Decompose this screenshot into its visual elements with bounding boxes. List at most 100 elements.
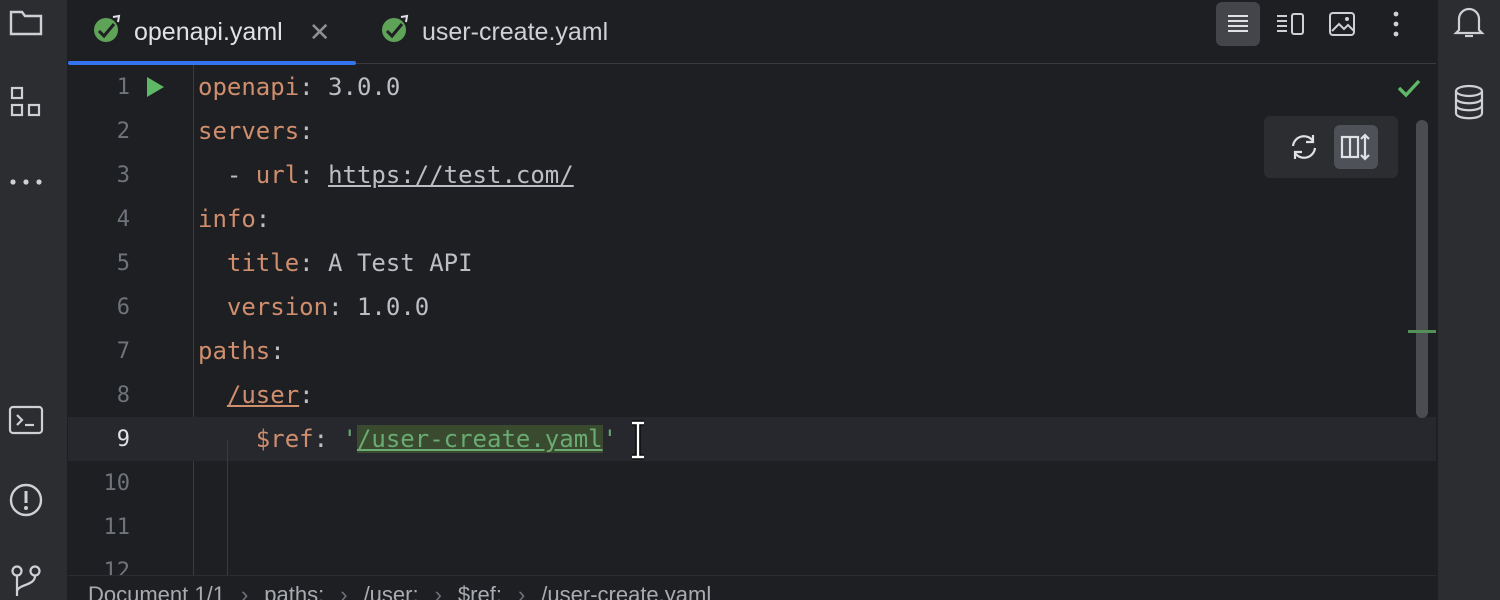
breadcrumb: Document 1/1 › paths: › /user: › $ref: ›… [68,575,1436,600]
quote: ' [342,425,357,453]
openapi-file-icon [380,14,410,51]
problems-icon[interactable] [0,480,52,520]
colon: : [299,117,314,145]
breadcrumb-item[interactable]: $ref: [458,582,502,600]
openapi-file-icon [92,14,122,51]
code-line[interactable]: 6 version: 1.0.0 [68,285,1436,329]
line-content: paths: [198,337,285,365]
structure-icon[interactable] [0,82,52,122]
colon: : [299,381,314,409]
notifications-bell-icon[interactable] [1438,2,1500,42]
line-number: 11 [103,514,131,540]
editor-and-preview-icon [1277,13,1304,35]
line-number: 8 [116,382,130,408]
yaml-key: url [255,161,300,189]
line-content: /user: [198,381,314,409]
url-link[interactable]: https://test.com/ [328,161,574,189]
breadcrumb-separator: › [517,582,526,600]
breadcrumb-separator: › [340,582,348,600]
breadcrumb-item[interactable]: /user-create.yaml [541,582,711,600]
yaml-value: 1.0.0 [342,293,430,321]
colon: : [299,73,314,101]
yaml-key: version [226,293,329,321]
line-number: 2 [116,118,130,144]
code-line[interactable]: 12 [68,549,1436,576]
yaml-key: title [226,249,300,277]
project-folder-icon[interactable] [0,2,52,42]
breadcrumb-item[interactable]: Document 1/1 [88,582,225,600]
tab-label: user-create.yaml [422,17,609,46]
code-line[interactable]: 5 title: A Test API [68,241,1436,285]
sync-scroll-button[interactable] [1282,125,1326,169]
database-icon[interactable] [1438,82,1500,122]
editor-only-button[interactable] [1216,2,1260,46]
no-problems-check-icon[interactable] [1396,77,1422,103]
code-line[interactable]: 10 [68,461,1436,505]
ref-link[interactable]: /user-create.yaml [356,425,603,453]
breadcrumb-item[interactable]: /user: [364,582,419,600]
breadcrumb-separator: › [240,582,249,600]
run-icon[interactable] [144,75,166,103]
tab-openapi-yaml[interactable]: openapi.yaml ✕ [68,0,356,65]
list-dash: - [198,161,256,189]
code-line[interactable]: 4 info: [68,197,1436,241]
terminal-icon[interactable] [0,400,52,440]
yaml-key: $ref [255,425,314,453]
split-layout-button[interactable] [1334,125,1378,169]
colon: : [299,161,329,189]
code-line-current[interactable]: 9 $ref: '/user-create.yaml' [68,417,1436,461]
indent-guide [227,440,228,575]
more-horizontal-icon[interactable] [0,162,52,202]
code-line[interactable]: 11 [68,505,1436,549]
line-number: 7 [116,338,130,364]
yaml-value: 3.0.0 [313,73,401,101]
code-line[interactable]: 7 paths: [68,329,1436,373]
more-vertical-button[interactable] [1374,2,1418,46]
line-number: 9 [116,426,130,452]
left-gutter-strip [52,0,68,600]
text-cursor-icon [630,420,646,464]
line-number: 4 [116,206,130,232]
code-line[interactable]: 2 servers: [68,109,1436,153]
line-content: openapi: 3.0.0 [198,73,400,101]
breadcrumb-item[interactable]: paths: [264,582,324,600]
line-number: 6 [116,294,130,320]
editor-and-preview-button[interactable] [1268,2,1312,46]
editor-tab-bar: openapi.yaml ✕ user-create.yaml [68,0,1436,65]
editor-only-icon [1228,15,1248,32]
close-icon[interactable]: ✕ [309,17,331,48]
code-line[interactable]: 1 openapi: 3.0.0 [68,65,1436,109]
preview-only-button[interactable] [1320,2,1364,46]
sync-scroll-icon [1291,135,1317,159]
colon: : [328,293,343,321]
git-icon[interactable] [0,560,52,600]
colon: : [255,205,271,233]
line-number: 5 [116,250,130,276]
line-content: - url: https://test.com/ [198,161,574,189]
yaml-key: servers [198,117,300,145]
line-number: 3 [116,162,130,188]
colon: : [270,337,285,365]
floating-toolbar [1264,116,1398,178]
code-line[interactable]: 8 /user: [68,373,1436,417]
tab-user-create-yaml[interactable]: user-create.yaml [356,0,656,64]
line-content: $ref: '/user-create.yaml' [198,425,617,453]
vertical-scrollbar[interactable] [1416,120,1428,418]
line-number: 12 [103,558,131,576]
code-line[interactable]: 3 - url: https://test.com/ [68,153,1436,197]
split-layout-icon [1340,133,1370,161]
yaml-key: openapi [198,73,300,101]
code-editor[interactable]: 1 openapi: 3.0.0 2 servers: 3 - url: htt… [68,65,1436,575]
colon: : [299,249,314,277]
line-content: version: 1.0.0 [198,293,429,321]
more-vertical-icon [1393,11,1399,37]
line-number: 1 [116,74,130,100]
preview-only-icon [1329,12,1355,36]
yaml-key-path[interactable]: /user [227,381,299,409]
yaml-key: paths [198,337,271,365]
line-content: title: A Test API [198,249,473,277]
yaml-value: A Test API [313,249,473,277]
